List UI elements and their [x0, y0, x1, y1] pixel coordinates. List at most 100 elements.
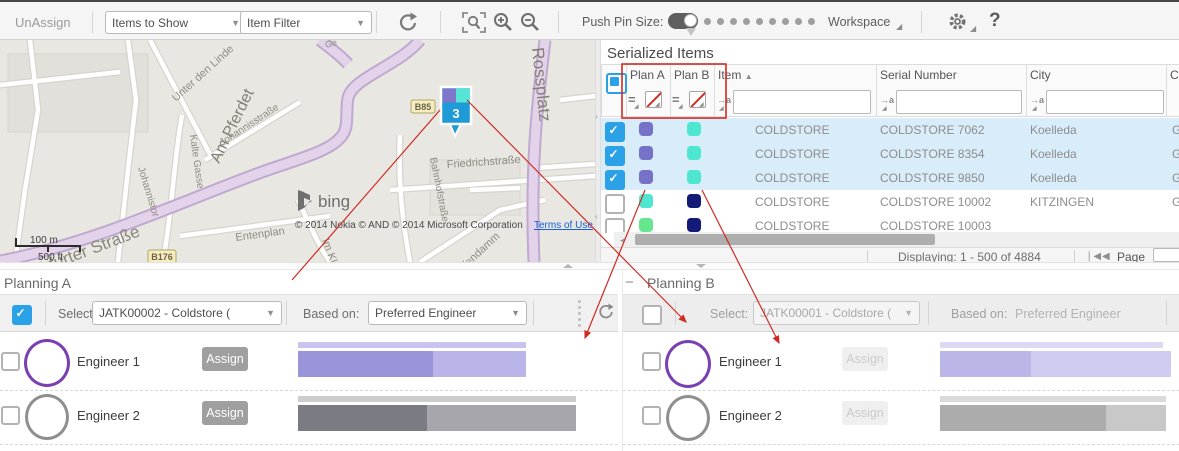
zoom-out-icon[interactable] — [519, 11, 542, 34]
cell-country: G — [1172, 171, 1179, 185]
unassign-button[interactable]: UnAssign — [15, 15, 71, 30]
refresh-icon[interactable] — [396, 11, 420, 35]
slider-dot[interactable] — [756, 18, 763, 25]
gantt-bar-segment[interactable] — [298, 405, 427, 431]
item-filter-input[interactable] — [733, 90, 871, 114]
prev-page-icon[interactable]: ◀ — [1102, 251, 1110, 262]
drag-handle[interactable] — [578, 312, 581, 315]
map-copyright: © 2014 Nokia © AND © 2014 Microsoft Corp… — [295, 220, 523, 231]
engineer-row-checkbox[interactable] — [1, 406, 20, 425]
chevron-down-icon: ▼ — [356, 18, 365, 28]
slider-knob[interactable] — [684, 14, 697, 27]
column-header-plan-b[interactable]: Plan B — [674, 68, 709, 82]
drag-handle[interactable] — [578, 318, 581, 321]
select-all-checkbox[interactable] — [606, 73, 627, 94]
slider-dot[interactable] — [730, 18, 737, 25]
engineer-row-checkbox[interactable] — [1, 352, 20, 371]
column-header-plan-a[interactable]: Plan A — [630, 68, 665, 82]
drag-handle[interactable] — [578, 324, 581, 327]
slider-dot[interactable] — [769, 18, 776, 25]
gantt-bar-segment[interactable] — [940, 405, 1106, 431]
engineer-name: Engineer 1 — [77, 354, 140, 369]
planning-b-select-dropdown[interactable]: JATK00001 - Coldstore (▼ — [753, 301, 920, 325]
table-row[interactable]: COLDSTORE COLDSTORE 8354 Koelleda G — [601, 142, 1179, 167]
table-row[interactable]: COLDSTORE COLDSTORE 7062 Koelleda G — [601, 118, 1179, 143]
table-h-scrollbar[interactable]: ◂ — [614, 232, 1179, 247]
refresh-icon[interactable] — [596, 302, 616, 322]
table-row[interactable]: COLDSTORE COLDSTORE 10002 KITZINGEN G — [601, 190, 1179, 215]
row-checkbox[interactable] — [605, 122, 625, 142]
gantt-bar-strip — [940, 396, 1166, 402]
planning-b-checkbox[interactable] — [642, 305, 662, 325]
slider-dot[interactable] — [808, 18, 815, 25]
table-row[interactable]: COLDSTORE COLDSTORE 9850 Koelleda G — [601, 166, 1179, 191]
column-header-partial[interactable]: C — [1170, 68, 1179, 82]
panel-splitter[interactable] — [0, 262, 1179, 270]
city-filter-input[interactable] — [1046, 90, 1164, 114]
slider-dot[interactable] — [704, 18, 711, 25]
assign-button[interactable]: Assign — [202, 347, 248, 371]
scrollbar-thumb[interactable] — [635, 234, 935, 245]
chevron-down-icon: ▼ — [266, 308, 275, 318]
assign-button-disabled: Assign — [842, 347, 888, 371]
engineer-avatar[interactable] — [666, 395, 710, 441]
first-page-icon[interactable]: ❘◀ — [1085, 251, 1101, 262]
road-shield-b176: B176 — [148, 250, 176, 262]
slider-dot[interactable] — [795, 18, 802, 25]
drag-handle[interactable] — [578, 300, 581, 303]
planning-a-select-dropdown[interactable]: JATK00002 - Coldstore (▼ — [92, 301, 282, 325]
row-checkbox[interactable] — [605, 146, 625, 166]
engineer-row-checkbox[interactable] — [642, 406, 661, 425]
column-header-item[interactable]: Item ▲ — [718, 68, 753, 82]
filter-text-icon[interactable]: →a — [717, 95, 731, 105]
engineer-avatar[interactable] — [25, 394, 69, 440]
terms-of-use-link[interactable]: Terms of Use — [534, 220, 593, 231]
slider-dot[interactable] — [782, 18, 789, 25]
engineer-row-checkbox[interactable] — [642, 352, 661, 371]
gantt-bar-segment[interactable] — [433, 351, 526, 377]
engineer-avatar[interactable] — [665, 340, 711, 388]
collapse-icon[interactable]: − — [625, 274, 634, 291]
planning-a-basedon-dropdown[interactable]: Preferred Engineer▼ — [368, 301, 527, 325]
gantt-bar-segment[interactable] — [1031, 351, 1171, 377]
column-header-city[interactable]: City — [1030, 68, 1051, 82]
engineer-avatar[interactable] — [24, 339, 70, 387]
map-panel[interactable]: Ge Unter den Linde Am Pferdet Johannisst… — [0, 40, 595, 262]
gear-icon[interactable] — [947, 11, 968, 32]
gantt-bar-segment[interactable] — [427, 405, 576, 431]
row-checkbox[interactable] — [605, 218, 625, 233]
slider-dot[interactable] — [717, 18, 724, 25]
chevron-right-icon[interactable]: › — [595, 112, 598, 121]
drag-handle[interactable] — [578, 306, 581, 309]
corner-arrow-icon: ◢ — [678, 103, 683, 110]
table-row[interactable]: COLDSTORE COLDSTORE 10003 — [601, 214, 1179, 233]
zoom-in-icon[interactable] — [492, 11, 515, 34]
cell-item: COLDSTORE — [755, 123, 829, 137]
chevron-left-icon[interactable]: ‹ — [595, 212, 598, 221]
chevron-up-icon[interactable] — [563, 264, 573, 268]
planning-b-toolbar: Select: JATK00001 - Coldstore (▼ Based o… — [623, 294, 1179, 332]
items-to-show-dropdown[interactable]: Items to Show▼ — [105, 11, 247, 34]
assign-button[interactable]: Assign — [202, 401, 248, 425]
corner-arrow-icon: ◢ — [655, 101, 660, 108]
filter-text-icon[interactable]: →a — [880, 95, 894, 105]
page-number-input[interactable] — [1153, 248, 1179, 262]
items-to-show-value: Items to Show — [112, 16, 188, 30]
serial-filter-input[interactable] — [896, 90, 1022, 114]
gantt-bar-segment[interactable] — [298, 351, 433, 377]
gantt-bar-segment[interactable] — [1106, 405, 1166, 431]
help-button[interactable]: ? — [989, 10, 1001, 32]
item-filter-dropdown[interactable]: Item Filter▼ — [240, 11, 372, 34]
slider-dot[interactable] — [743, 18, 750, 25]
zoom-region-icon[interactable] — [461, 11, 487, 34]
workspace-menu[interactable]: Workspace — [828, 15, 890, 29]
column-header-serial[interactable]: Serial Number — [880, 68, 957, 82]
row-checkbox[interactable] — [605, 170, 625, 190]
cell-city: Koelleda — [1030, 147, 1077, 161]
filter-text-icon[interactable]: →a — [1030, 95, 1044, 105]
scroll-left-arrow[interactable]: ◂ — [620, 235, 625, 246]
row-checkbox[interactable] — [605, 194, 625, 214]
planning-a-checkbox[interactable] — [12, 305, 32, 325]
gantt-bar-segment[interactable] — [940, 351, 1031, 377]
chevron-down-icon[interactable] — [696, 264, 706, 268]
